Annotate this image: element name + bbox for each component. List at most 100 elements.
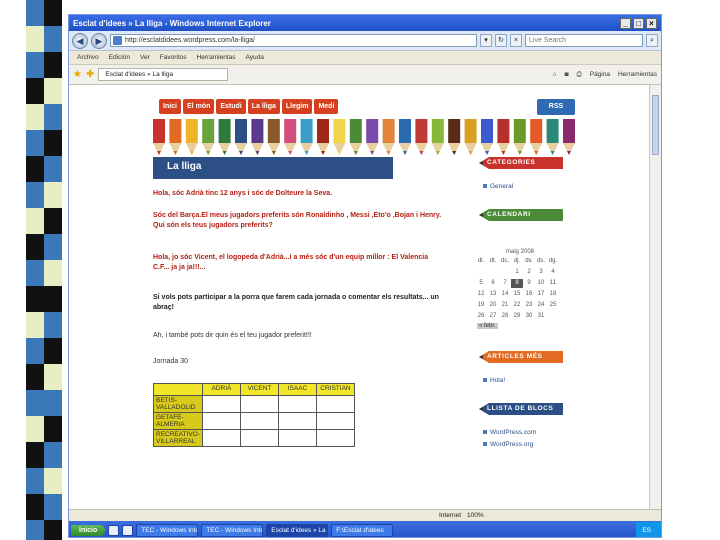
nav-estudi[interactable]: Estudi [216, 99, 246, 114]
menu-favoritos[interactable]: Favoritos [160, 54, 187, 61]
tab-esclat-lliga[interactable]: Esclat d'idees » La lliga [98, 68, 229, 81]
calendar-day[interactable]: 14 [499, 290, 511, 299]
table-header-cell: ADRIÀ [201, 383, 241, 396]
calendar-day[interactable]: 22 [511, 301, 523, 310]
calendar-prev-link[interactable]: « febr. [477, 323, 498, 329]
pencil-body [399, 119, 411, 143]
back-button[interactable]: ◀ [72, 32, 88, 49]
page-icon [113, 36, 122, 45]
calendar-day[interactable]: 16 [523, 290, 535, 299]
calendar-day[interactable]: 18 [547, 290, 559, 299]
blog-wordpress-com-link[interactable]: WordPress.com [483, 429, 536, 436]
pencil-lead [386, 151, 391, 155]
maximize-button[interactable]: □ [633, 17, 644, 29]
calendar-day[interactable]: 2 [523, 268, 535, 277]
nav-medi[interactable]: Medi [314, 99, 339, 114]
calendar-day [487, 268, 499, 277]
calendar-day[interactable]: 20 [487, 301, 499, 310]
calendar-day[interactable]: 21 [499, 301, 511, 310]
rss-feed-button[interactable]: RSS [537, 99, 575, 115]
calendar-day[interactable]: 15 [511, 290, 523, 299]
calendar-day[interactable]: 30 [523, 312, 535, 321]
quick-launch-icon[interactable] [108, 524, 120, 536]
menu-ver[interactable]: Ver [140, 54, 150, 61]
pencil-body [448, 119, 461, 143]
menu-ayuda[interactable]: Ayuda [246, 54, 264, 61]
nav-llegim[interactable]: Llegim [281, 99, 313, 114]
calendar-day[interactable]: 4 [547, 268, 559, 277]
calendar-day[interactable]: 26 [475, 312, 487, 321]
pencil-body [235, 119, 247, 143]
prediction-cell [277, 412, 317, 430]
calendar-day[interactable]: 7 [499, 279, 511, 288]
vertical-scrollbar[interactable] [649, 85, 661, 509]
category-general-link[interactable]: General [483, 183, 513, 190]
pencil-lead [370, 151, 375, 155]
calendar-day[interactable]: 24 [535, 301, 547, 310]
menu-edicion[interactable]: Edición [109, 54, 130, 61]
minimize-button[interactable]: _ [620, 17, 631, 29]
article-hola-link[interactable]: Hola! [483, 377, 505, 384]
calendar-day[interactable]: 25 [547, 301, 559, 310]
pencil-lead [485, 151, 489, 155]
title-bar[interactable]: Esclat d'idees » La lliga - Windows Inte… [69, 15, 661, 31]
url-field[interactable]: http://esclatdidees.wordpress.com/la-lli… [110, 34, 477, 47]
categories-header: CATEGORIES [465, 157, 563, 169]
calendar-day[interactable]: 5 [475, 279, 487, 288]
page-menu[interactable]: Página [590, 71, 610, 79]
search-icon[interactable]: ⌕ [646, 34, 658, 47]
tools-menu[interactable]: Herramientas [618, 71, 657, 79]
calendar-day[interactable]: 27 [487, 312, 499, 321]
calendar-day[interactable]: 3 [535, 268, 547, 277]
calendar-day[interactable]: 8 [511, 279, 523, 288]
calendar-day[interactable]: 6 [487, 279, 499, 288]
taskbar-button[interactable]: TEC - Windows Internet... [201, 523, 264, 537]
calendar-day[interactable]: 11 [547, 279, 559, 288]
calendar-day[interactable]: 13 [487, 290, 499, 299]
pencil-body [300, 119, 313, 143]
pencil-body [284, 119, 297, 143]
add-favorites-icon[interactable]: ✚ [86, 69, 94, 80]
pencil-lead [157, 151, 161, 155]
scrollbar-thumb[interactable] [652, 95, 659, 155]
pencil-lead [255, 151, 260, 155]
taskbar-button[interactable]: F:\Esclat d'idees [331, 523, 394, 537]
zoom-level[interactable]: 100% [467, 512, 484, 519]
calendar-day[interactable]: 1 [511, 268, 523, 277]
calendar-day[interactable]: 10 [535, 279, 547, 288]
refresh-icon[interactable]: ↻ [495, 34, 507, 47]
url-dropdown-button[interactable]: ▾ [480, 34, 492, 47]
menu-archivo[interactable]: Archivo [77, 54, 99, 61]
calendar-day[interactable]: 23 [523, 301, 535, 310]
quick-launch-icon[interactable] [122, 524, 134, 536]
calendar-day[interactable]: 9 [523, 279, 535, 288]
calendar-day[interactable]: 29 [511, 312, 523, 321]
search-input[interactable]: Live Search [525, 34, 643, 47]
print-icon[interactable]: ⎙ [577, 71, 582, 79]
calendar-day[interactable]: 17 [535, 290, 547, 299]
close-button[interactable]: × [646, 17, 657, 29]
calendar-day[interactable]: 19 [475, 301, 487, 310]
start-button[interactable]: Inicio [71, 524, 106, 536]
nav-inici[interactable]: Inici [159, 99, 182, 114]
prediction-cell [315, 395, 355, 413]
menu-herramientas[interactable]: Herramientas [197, 54, 236, 61]
calendar-day[interactable]: 31 [535, 312, 547, 321]
nav-la-lliga[interactable]: La lliga [247, 99, 280, 114]
stop-icon[interactable]: × [510, 34, 522, 47]
calendar-title: CALENDARI [487, 211, 531, 218]
language-indicator[interactable]: ES [642, 527, 651, 534]
table-row: BETIS-VALLADOLID [153, 395, 355, 413]
forward-button[interactable]: ▶ [91, 32, 107, 49]
taskbar-button-active[interactable]: Esclat d'idees » La lliga... [266, 523, 329, 537]
calendar-day[interactable]: 12 [475, 290, 487, 299]
blog-wordpress-org-link[interactable]: WordPress.org [483, 441, 533, 448]
table-header-cell: CRISTIAN [315, 383, 355, 396]
feeds-icon[interactable]: ◙ [565, 71, 569, 79]
nav-el-mon[interactable]: El món [183, 99, 215, 114]
favorites-star-icon[interactable]: ★ [73, 69, 82, 80]
home-icon[interactable]: ⌂ [553, 71, 557, 79]
pencil-lead [403, 151, 407, 155]
taskbar-button[interactable]: TEC - Windows Internet... [136, 523, 199, 537]
calendar-day[interactable]: 28 [499, 312, 511, 321]
